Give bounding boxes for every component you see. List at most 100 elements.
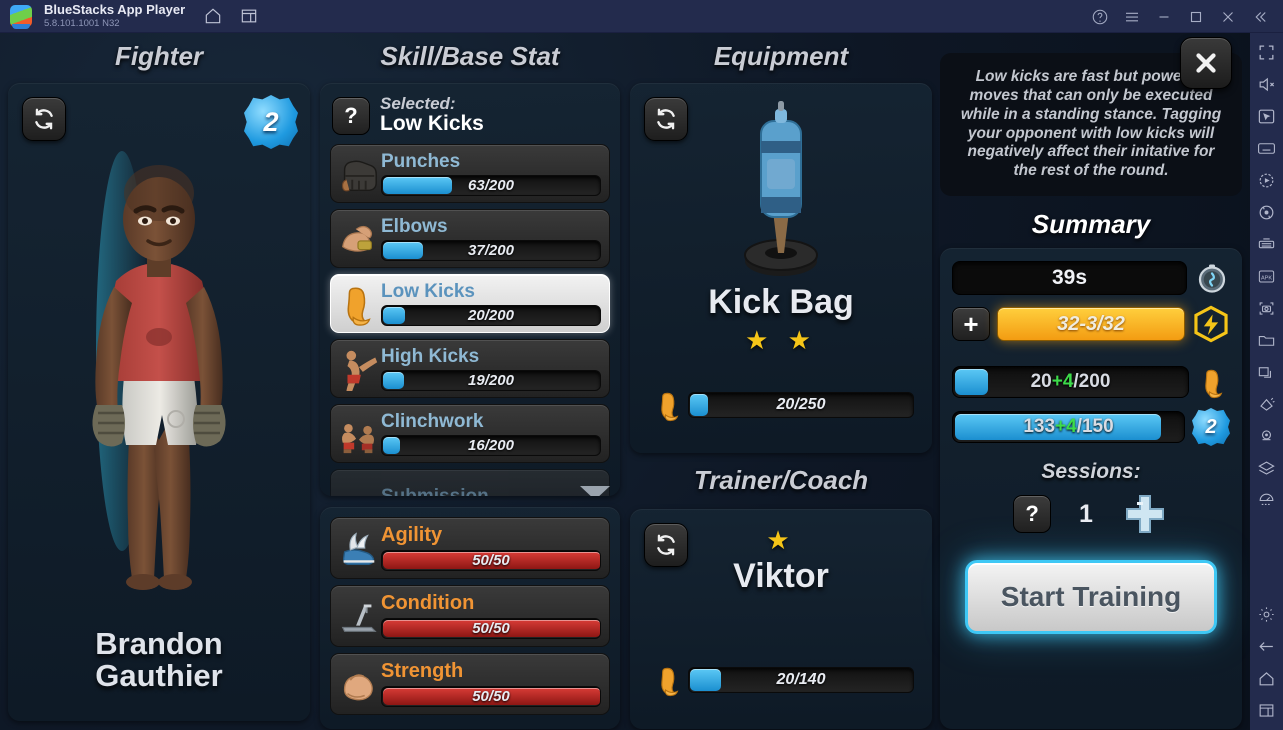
skill-row-submission[interactable]: Submission [330, 469, 610, 496]
xp-row: 133 +4/150 2 [952, 408, 1230, 446]
lightning-icon [1194, 305, 1228, 343]
xp-text: 133 +4/150 [953, 412, 1184, 442]
stat-name: Agility [381, 524, 443, 546]
stat-progress-bar: 50/50 [381, 618, 601, 639]
skill-name: Submission [381, 487, 601, 496]
recents-icon[interactable] [1257, 701, 1276, 720]
stat-progress-text: 50/50 [472, 620, 510, 637]
stat-row-strength[interactable]: Strength 50/50 [330, 653, 610, 715]
winged-shoe-icon [342, 532, 375, 565]
skill-gain-text: 20 +4/200 [953, 367, 1188, 397]
skill-name: Punches [381, 150, 461, 172]
xp-max: /150 [1076, 416, 1114, 437]
equipment-progress-row: 20/250 [652, 388, 914, 422]
skill-name: High Kicks [381, 345, 480, 367]
skill-progress-bar: 37/200 [381, 239, 601, 261]
location-icon[interactable] [1257, 427, 1276, 446]
skill-progress-text: 16/200 [468, 436, 514, 454]
macro-icon[interactable] [1257, 235, 1276, 254]
skill-gain-bar: 20 +4/200 [952, 366, 1189, 398]
fighter-column: Fighter 2 Brandon Gauthier [8, 41, 310, 721]
fighter-name: Brandon Gauthier [8, 627, 310, 694]
skill-row-clinchwork[interactable]: Clinchwork 16/200 [330, 404, 610, 464]
selected-skill-header: ? Selected: Low Kicks [332, 94, 610, 136]
close-screen-button[interactable] [1180, 37, 1232, 89]
trainer-panel: ★ Viktor 20/140 [630, 509, 932, 729]
minimize-icon[interactable] [1155, 8, 1173, 26]
xp-bar: 133 +4/150 [952, 411, 1185, 443]
stat-name: Condition [381, 592, 475, 614]
app-version: 5.8.101.1001 N32 [44, 17, 120, 29]
help-icon[interactable] [1091, 8, 1109, 26]
home-icon[interactable] [1257, 669, 1276, 688]
clinch-icon [342, 423, 374, 453]
shin-icon [661, 392, 679, 422]
timer-value: 39s [952, 261, 1187, 295]
skill-gain-max: /200 [1073, 371, 1111, 392]
skill-name: Low Kicks [381, 280, 475, 302]
add-energy-button[interactable]: + [952, 307, 990, 341]
multi-instance-icon[interactable] [1257, 363, 1276, 382]
fighter-last-name: Gauthier [95, 658, 223, 694]
record-icon[interactable] [1257, 171, 1276, 190]
energy-row: + 32-3/32 [952, 305, 1230, 343]
stat-progress-text: 50/50 [472, 552, 510, 569]
svg-text:APK: APK [1261, 276, 1272, 282]
skill-row-elbows[interactable]: Elbows 37/200 [330, 209, 610, 269]
shake-icon[interactable] [1257, 491, 1276, 510]
elbow-icon [341, 225, 373, 252]
skill-progress-bar: 20/200 [381, 304, 601, 326]
stat-progress-bar: 50/50 [381, 686, 601, 707]
equipment-name: Kick Bag [708, 283, 854, 321]
equipment-column-title: Equipment [713, 41, 849, 71]
stat-progress-text: 50/50 [472, 688, 510, 705]
skill-gain-delta: +4 [1051, 371, 1074, 392]
skill-row-low-kicks[interactable]: Low Kicks 20/200 [330, 274, 610, 334]
multi-instance-icon[interactable] [239, 6, 259, 26]
trainer-progress-bar: 20/140 [688, 667, 914, 693]
apk-install-icon[interactable]: APK [1257, 267, 1276, 286]
skill-row-high-kicks[interactable]: High Kicks 19/200 [330, 339, 610, 399]
menu-icon[interactable] [1123, 8, 1141, 26]
layers-icon[interactable] [1257, 459, 1276, 478]
skill-column: Skill/Base Stat ? Selected: Low Kicks Pu… [320, 41, 620, 729]
keyboard-icon[interactable] [1257, 139, 1276, 158]
collapse-icon[interactable] [1251, 8, 1269, 26]
selected-skill-name: Low Kicks [380, 112, 484, 136]
sessions-row: ? 1 [952, 490, 1230, 538]
mute-icon[interactable] [1257, 75, 1276, 94]
maximize-icon[interactable] [1187, 8, 1205, 26]
close-icon[interactable] [1219, 8, 1237, 26]
start-training-button[interactable]: Start Training [965, 560, 1217, 634]
fighter-reroll-button[interactable] [22, 97, 66, 141]
skill-gain-current: 20 [1030, 371, 1052, 392]
energy-bar: 32-3/32 [997, 307, 1185, 341]
equipment-column: Equipment Kick Bag ★ ★ 20/250 Trainer/Co… [630, 41, 932, 729]
summary-level-badge: 2 [1192, 408, 1230, 446]
screenshot-icon[interactable] [1257, 299, 1276, 318]
pointer-icon[interactable] [1257, 107, 1276, 126]
stat-row-condition[interactable]: Condition 50/50 [330, 585, 610, 647]
fullscreen-icon[interactable] [1257, 43, 1276, 62]
skill-row-punches[interactable]: Punches 63/200 [330, 144, 610, 204]
timer-row: 39s [952, 260, 1230, 296]
stat-progress-bar: 50/50 [381, 550, 601, 571]
skill-progress-text: 20/200 [468, 306, 514, 324]
biceps-icon [343, 674, 373, 701]
shin-icon [1205, 369, 1223, 399]
rotate-icon[interactable] [1257, 203, 1276, 222]
equipment-reroll-button[interactable] [644, 97, 688, 141]
skill-progress-bar: 63/200 [381, 174, 601, 196]
tilt-icon[interactable] [1257, 395, 1276, 414]
folder-icon[interactable] [1257, 331, 1276, 350]
add-session-plus-icon[interactable] [1121, 490, 1169, 538]
stat-row-agility[interactable]: Agility 50/50 [330, 517, 610, 579]
settings-icon[interactable] [1257, 605, 1276, 624]
back-icon[interactable] [1257, 637, 1276, 656]
skill-help-button[interactable]: ? [332, 96, 370, 135]
fighter-column-title: Fighter [114, 41, 204, 71]
home-icon[interactable] [203, 6, 223, 26]
chevron-down-icon[interactable] [580, 486, 610, 496]
sessions-help-button[interactable]: ? [1013, 495, 1052, 533]
bluestacks-toolbar: APK [1250, 33, 1283, 730]
